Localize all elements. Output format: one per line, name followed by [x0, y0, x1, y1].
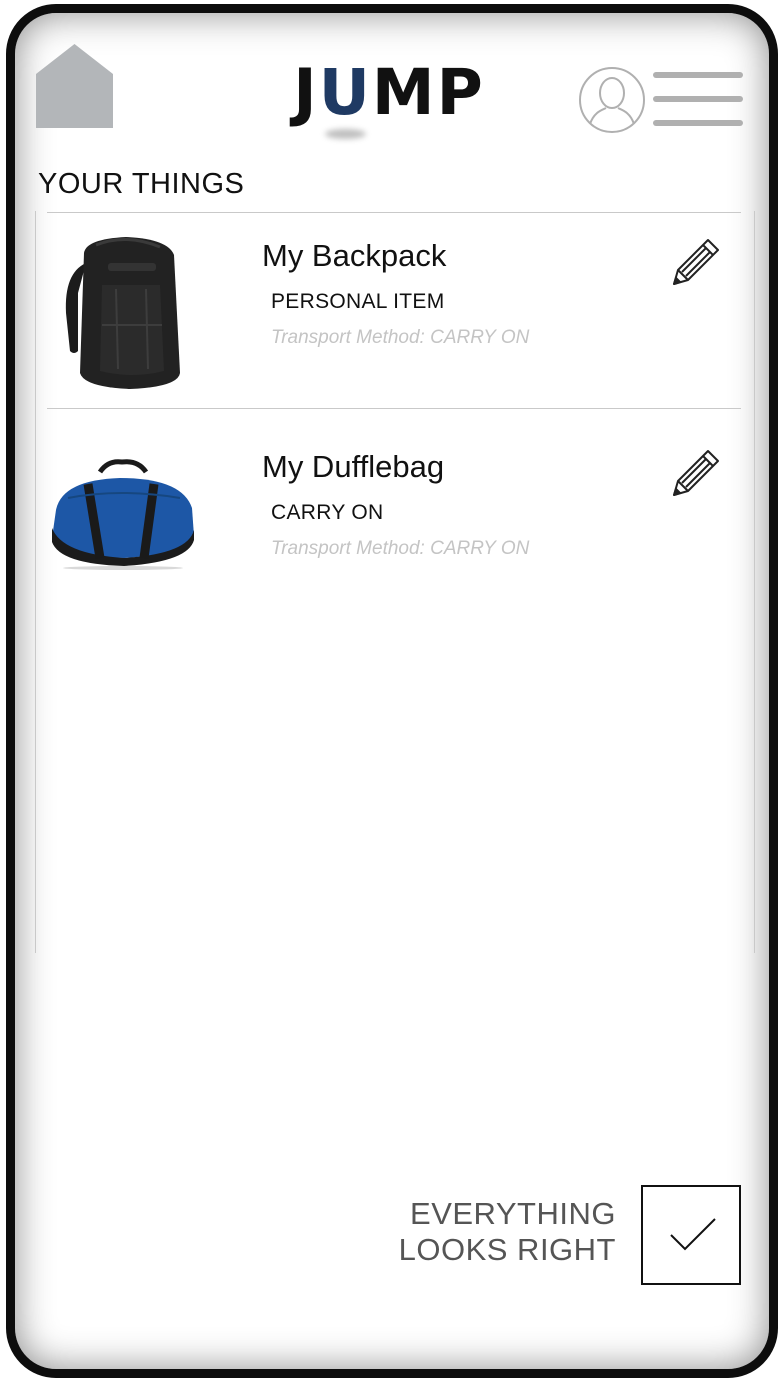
item-name: My Dufflebag	[262, 449, 445, 484]
confirm-label-line2: LOOKS RIGHT	[398, 1232, 616, 1267]
edit-pencil-icon[interactable]	[670, 236, 722, 288]
item-transport-method: Transport Method: CARRY ON	[271, 538, 530, 559]
item-name: My Backpack	[262, 238, 447, 273]
item-category: CARRY ON	[271, 501, 384, 524]
divider	[47, 212, 741, 213]
confirm-button[interactable]	[641, 1185, 741, 1285]
user-avatar-icon[interactable]	[578, 66, 646, 134]
item-transport-method: Transport Method: CARRY ON	[271, 327, 530, 348]
logo-letter-j: J	[293, 56, 319, 129]
checkmark-icon	[670, 1218, 716, 1251]
hamburger-menu-icon[interactable]	[653, 70, 743, 130]
logo-letters-mp: MP	[371, 56, 485, 129]
dufflebag-image	[52, 459, 194, 570]
edit-pencil-icon[interactable]	[670, 447, 722, 499]
logo-letter-u: U	[318, 56, 372, 129]
backpack-image	[65, 237, 180, 389]
confirm-label: EVERYTHING LOOKS RIGHT	[370, 1196, 616, 1268]
item-category: PERSONAL ITEM	[271, 290, 445, 313]
section-title: YOUR THINGS	[38, 168, 245, 200]
confirm-label-line1: EVERYTHING	[410, 1196, 616, 1231]
divider	[47, 408, 741, 409]
